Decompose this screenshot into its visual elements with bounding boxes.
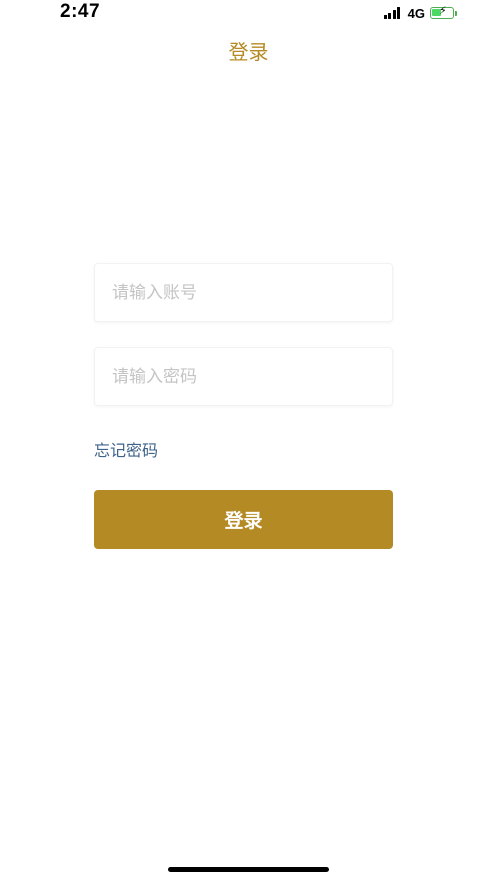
password-field[interactable] — [94, 347, 393, 406]
login-button[interactable]: 登录 — [94, 490, 393, 549]
status-time: 2:47 — [60, 1, 101, 22]
status-indicators: 4G ⚡ — [383, 5, 457, 21]
signal-bars-icon — [383, 7, 402, 19]
status-bar: 2:47 4G ⚡ — [0, 0, 497, 26]
battery-cap — [455, 10, 457, 16]
forgot-password-link[interactable]: 忘记密码 — [94, 437, 158, 461]
battery-charging-icon: ⚡ — [430, 5, 454, 19]
page-title: 登录 — [228, 40, 269, 64]
account-input[interactable] — [95, 264, 392, 321]
account-field[interactable] — [94, 263, 393, 322]
network-type-label: 4G — [407, 5, 425, 21]
password-input[interactable] — [95, 348, 392, 405]
home-indicator[interactable] — [168, 867, 329, 872]
